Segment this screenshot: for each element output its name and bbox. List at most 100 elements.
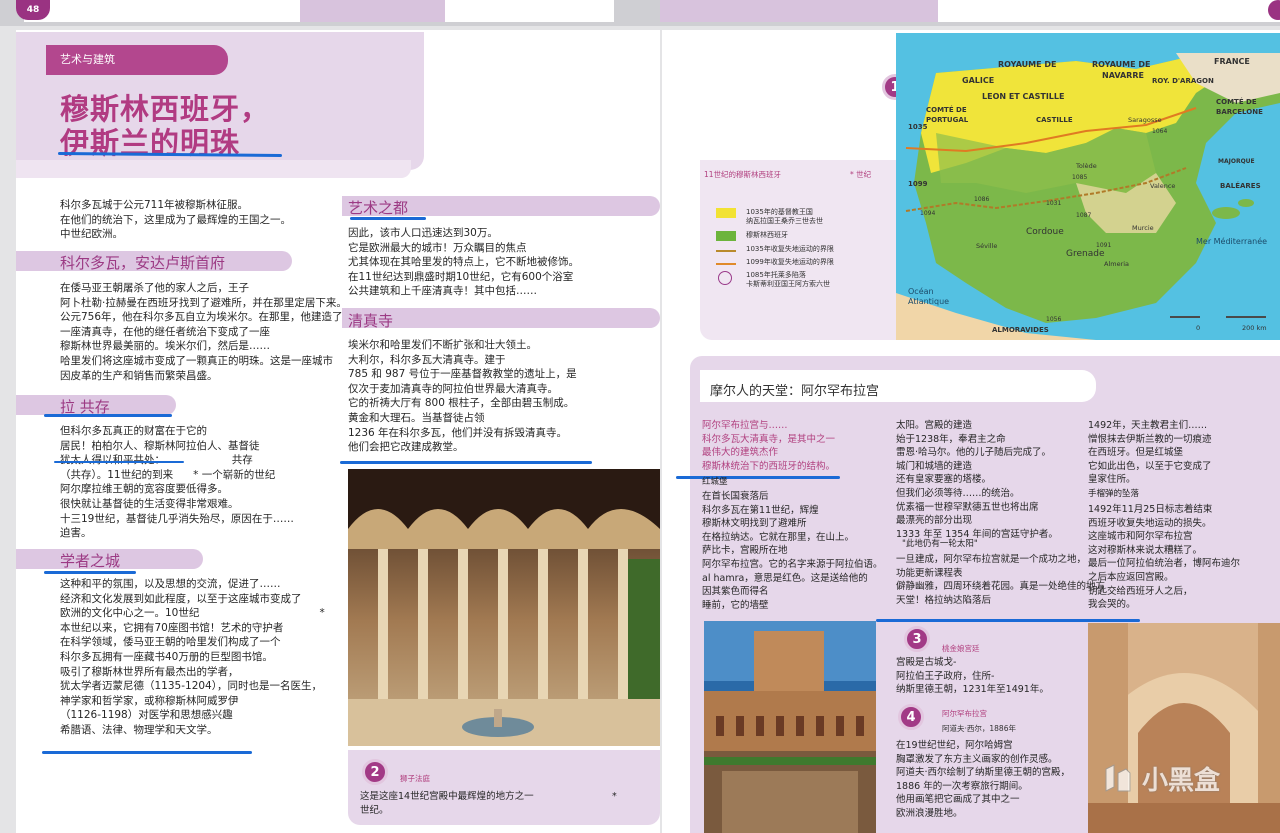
map-region-barcelone: COMTÉ DE BARCELONE: [1216, 98, 1263, 116]
map-city-saragosse: Saragosse: [1128, 116, 1162, 124]
section-text-art-capital: 因此，该市人口迅速达到30万。 它是欧洲最大的城市！万众瞩目的焦点 尤其体现在其…: [348, 227, 579, 298]
alhambra-col1-highlight: 阿尔罕布拉宫与…… 科尔多瓦大清真寺，是其中之一 最伟大的建筑杰作 穆斯林统治下…: [702, 420, 836, 472]
caption-2-badge: 2: [362, 759, 388, 785]
intro-text: 科尔多瓦城于公元711年被穆斯林征服。 在他们的统治下，这里成为了最辉煌的王国之…: [60, 199, 291, 241]
caption-3-title: 桃金娘宫廷: [942, 644, 980, 653]
section-text-coexistence: 但科尔多瓦真正的财富在于它的 居民！柏柏尔人、穆斯林阿拉伯人、基督徒 犹太人得以…: [60, 425, 294, 540]
alhambra-col3-subtitle: 手榴弹的坠落: [1088, 489, 1140, 499]
court-of-lions-photo: [348, 469, 660, 746]
alhambra-col2-text2: 一旦建成，阿尔罕布拉宫就是一个成功之地， 功能更新课程表 僻静幽雅，四周环绕着花…: [896, 554, 1106, 606]
map-year-1056: 1056: [1046, 316, 1062, 323]
alhambra-col2-text: 太阳。宫殿的建造 始于1238年，奉君主之命 雷恩·哈马尔。他的儿子随后完成了。…: [896, 420, 1058, 540]
title-panel-shadow: [16, 160, 411, 178]
alhambra-painting-photo: [1088, 623, 1280, 833]
myrtle-court-illustration: [704, 621, 876, 833]
alhambra-col3-text: 1492年，天主教君主们…… 憎恨抹去伊斯兰教的一切痕迹 在西班牙。但是红城堡 …: [1088, 420, 1212, 486]
map-year-1094: 1094: [920, 210, 936, 217]
caption-2-title: 狮子法庭: [400, 774, 430, 783]
map-scale: 200 km: [1242, 324, 1267, 332]
alhambra-col2-subtitle: "此地仍有一轮太阳": [902, 539, 978, 549]
section-title-scholars: 学者之城: [60, 552, 121, 570]
alhambra-col2-underline: [876, 619, 1140, 622]
myrtle-court-photo: [704, 621, 876, 833]
caption-3-number: 3: [912, 631, 922, 647]
map-city-seville: Séville: [976, 242, 998, 250]
caption-2-number: 2: [370, 764, 380, 780]
map-year-1031: 1031: [1046, 200, 1062, 207]
watermark-logo-icon: [1105, 763, 1131, 792]
court-of-lions-illustration: [348, 469, 660, 746]
map-city-tolede: Tolède: [1076, 162, 1097, 170]
map-scale-zero: 0: [1196, 324, 1201, 332]
map-city-murcie: Murcie: [1132, 224, 1154, 232]
map-city-cordoue: Cordoue: [1026, 227, 1064, 237]
section-text-scholars: 这种和平的氛围，以及思想的交流，促进了…… 经济和文化发展到如此程度，以至于这座…: [60, 578, 325, 736]
alhambra-title: 摩尔人的天堂：阿尔罕布拉宫: [710, 384, 880, 399]
map-sea-atlantique: Océan Atlantique: [908, 287, 950, 306]
map-region-castille: CASTILLE: [1036, 116, 1073, 124]
map-image: ROYAUME DE GALICE LEON ET CASTILLE ROYAU…: [896, 33, 1280, 340]
map-sea-mediterranee: Mer Méditerranée: [1196, 237, 1268, 246]
category-label: 艺术与建筑: [60, 53, 115, 66]
map-legend-swatch: [718, 271, 732, 285]
map-legend-label: 1085年托莱多陷落 卡斯蒂利亚国王阿方索六世: [746, 271, 830, 288]
map-legend-label: 1099年收复失地运动的界限: [746, 258, 834, 266]
map-region-royaume-left: ROYAUME DE: [998, 60, 1057, 69]
caption-4-subtitle: 阿道夫·西尔，1886年: [942, 724, 1016, 733]
watermark-text: 小黑盒: [1142, 766, 1221, 796]
map-region-portugal: COMTÉ DE PORTUGAL: [926, 106, 969, 124]
map-region-leon-castille: LEON ET CASTILLE: [982, 92, 1065, 101]
section-text-cordoba: 在倭马亚王朝屠杀了他的家人之后，王子 阿卜杜勒·拉赫曼在西班牙找到了避难所，并在…: [60, 282, 396, 382]
page-number-badge: 48: [16, 0, 50, 20]
caption-2-text: 这是这座14世纪宫殿中最辉煌的地方之一 世纪。: [360, 791, 534, 816]
caption-3-badge: 3: [904, 626, 930, 652]
map-year-1087: 1087: [1076, 212, 1092, 219]
caption-4-number: 4: [906, 709, 916, 725]
caption-4-text: 在19世纪世纪，阿尔哈姆宫 胸罩激发了东方主义画家的创作灵感。 阿道夫·西尔绘制…: [896, 740, 1071, 819]
map-year-1064: 1064: [1152, 128, 1168, 135]
map-legend-title: 11世纪的穆斯林西班牙: [704, 170, 782, 179]
map-city-valence: Valence: [1150, 182, 1176, 190]
caption-4-badge: 4: [898, 704, 924, 730]
alhambra-col1-underline: [676, 476, 840, 479]
map-legend-swatch: [716, 250, 736, 252]
map-city-almeria: Almeria: [1104, 260, 1130, 268]
map-year-1035: 1035: [908, 123, 928, 131]
map-year-1085: 1085: [1072, 174, 1088, 181]
map-legend-note: * 世纪: [850, 170, 872, 179]
alhambra-col1-text: 在首长国衰落后 科尔多瓦在第11世纪，辉煌 穆斯林文明找到了避难所 在格拉纳达。…: [702, 491, 883, 611]
scholars-underline: [44, 571, 136, 574]
alhambra-col1-subtitle: 红城堡: [702, 477, 728, 487]
caption-4-title: 阿尔罕布拉宫: [942, 709, 987, 718]
scholars-end-underline: [42, 751, 252, 754]
alhambra-col3-text2: 1492年11月25日标志着结束 西班牙收复失地运动的损失。 这座城市和阿尔罕布…: [1088, 504, 1241, 611]
section-title-cordoba: 科尔多瓦，安达卢斯首府: [60, 254, 226, 272]
map-region-almoravides: ALMORAVIDES: [992, 326, 1049, 334]
map-year-1086: 1086: [974, 196, 990, 203]
caption-2-star: *: [612, 791, 617, 802]
map-legend-swatch: [716, 263, 736, 265]
section-title-mosque: 清真寺: [348, 312, 394, 330]
top-strip-lilac-left: [300, 0, 445, 22]
map-legend-swatch: [716, 231, 736, 241]
map-region-navarre: NAVARRE: [1102, 71, 1144, 80]
art-capital-underline: [350, 217, 426, 220]
section-text-mosque: 埃米尔和哈里发们不断扩张和壮大领土。 大利尔，科尔多瓦大清真寺。建于 785 和…: [348, 339, 577, 454]
page-number: 48: [26, 5, 40, 15]
coexistence-text-underline: [54, 461, 184, 463]
map-legend-swatch: [716, 208, 736, 218]
map-region-galice: GALICE: [962, 76, 995, 85]
top-strip-lilac-right: [660, 0, 938, 22]
map-legend-label: 穆斯林西班牙: [746, 231, 788, 239]
map-year-1099: 1099: [908, 180, 928, 188]
map-legend-label: 1035年收复失地运动的界限: [746, 245, 834, 253]
caption-3-text: 宫殿是古城戈- 阿拉伯王子政府，住所- 纳斯里德王朝，1231年至1491年。: [896, 657, 1049, 696]
watermark: 小黑盒: [1100, 760, 1220, 797]
top-strip: 48: [0, 0, 1280, 26]
section-title-art-capital: 艺术之都: [348, 199, 409, 217]
map-region-aragon: ROY. D'ARAGON: [1152, 77, 1214, 85]
map-region-france: FRANCE: [1214, 57, 1250, 66]
map-region-royaume-right: ROYAUME DE: [1092, 60, 1151, 69]
map-islands-baleares: BALÉARES: [1220, 182, 1261, 190]
alhambra-painting-illustration: [1088, 623, 1280, 833]
